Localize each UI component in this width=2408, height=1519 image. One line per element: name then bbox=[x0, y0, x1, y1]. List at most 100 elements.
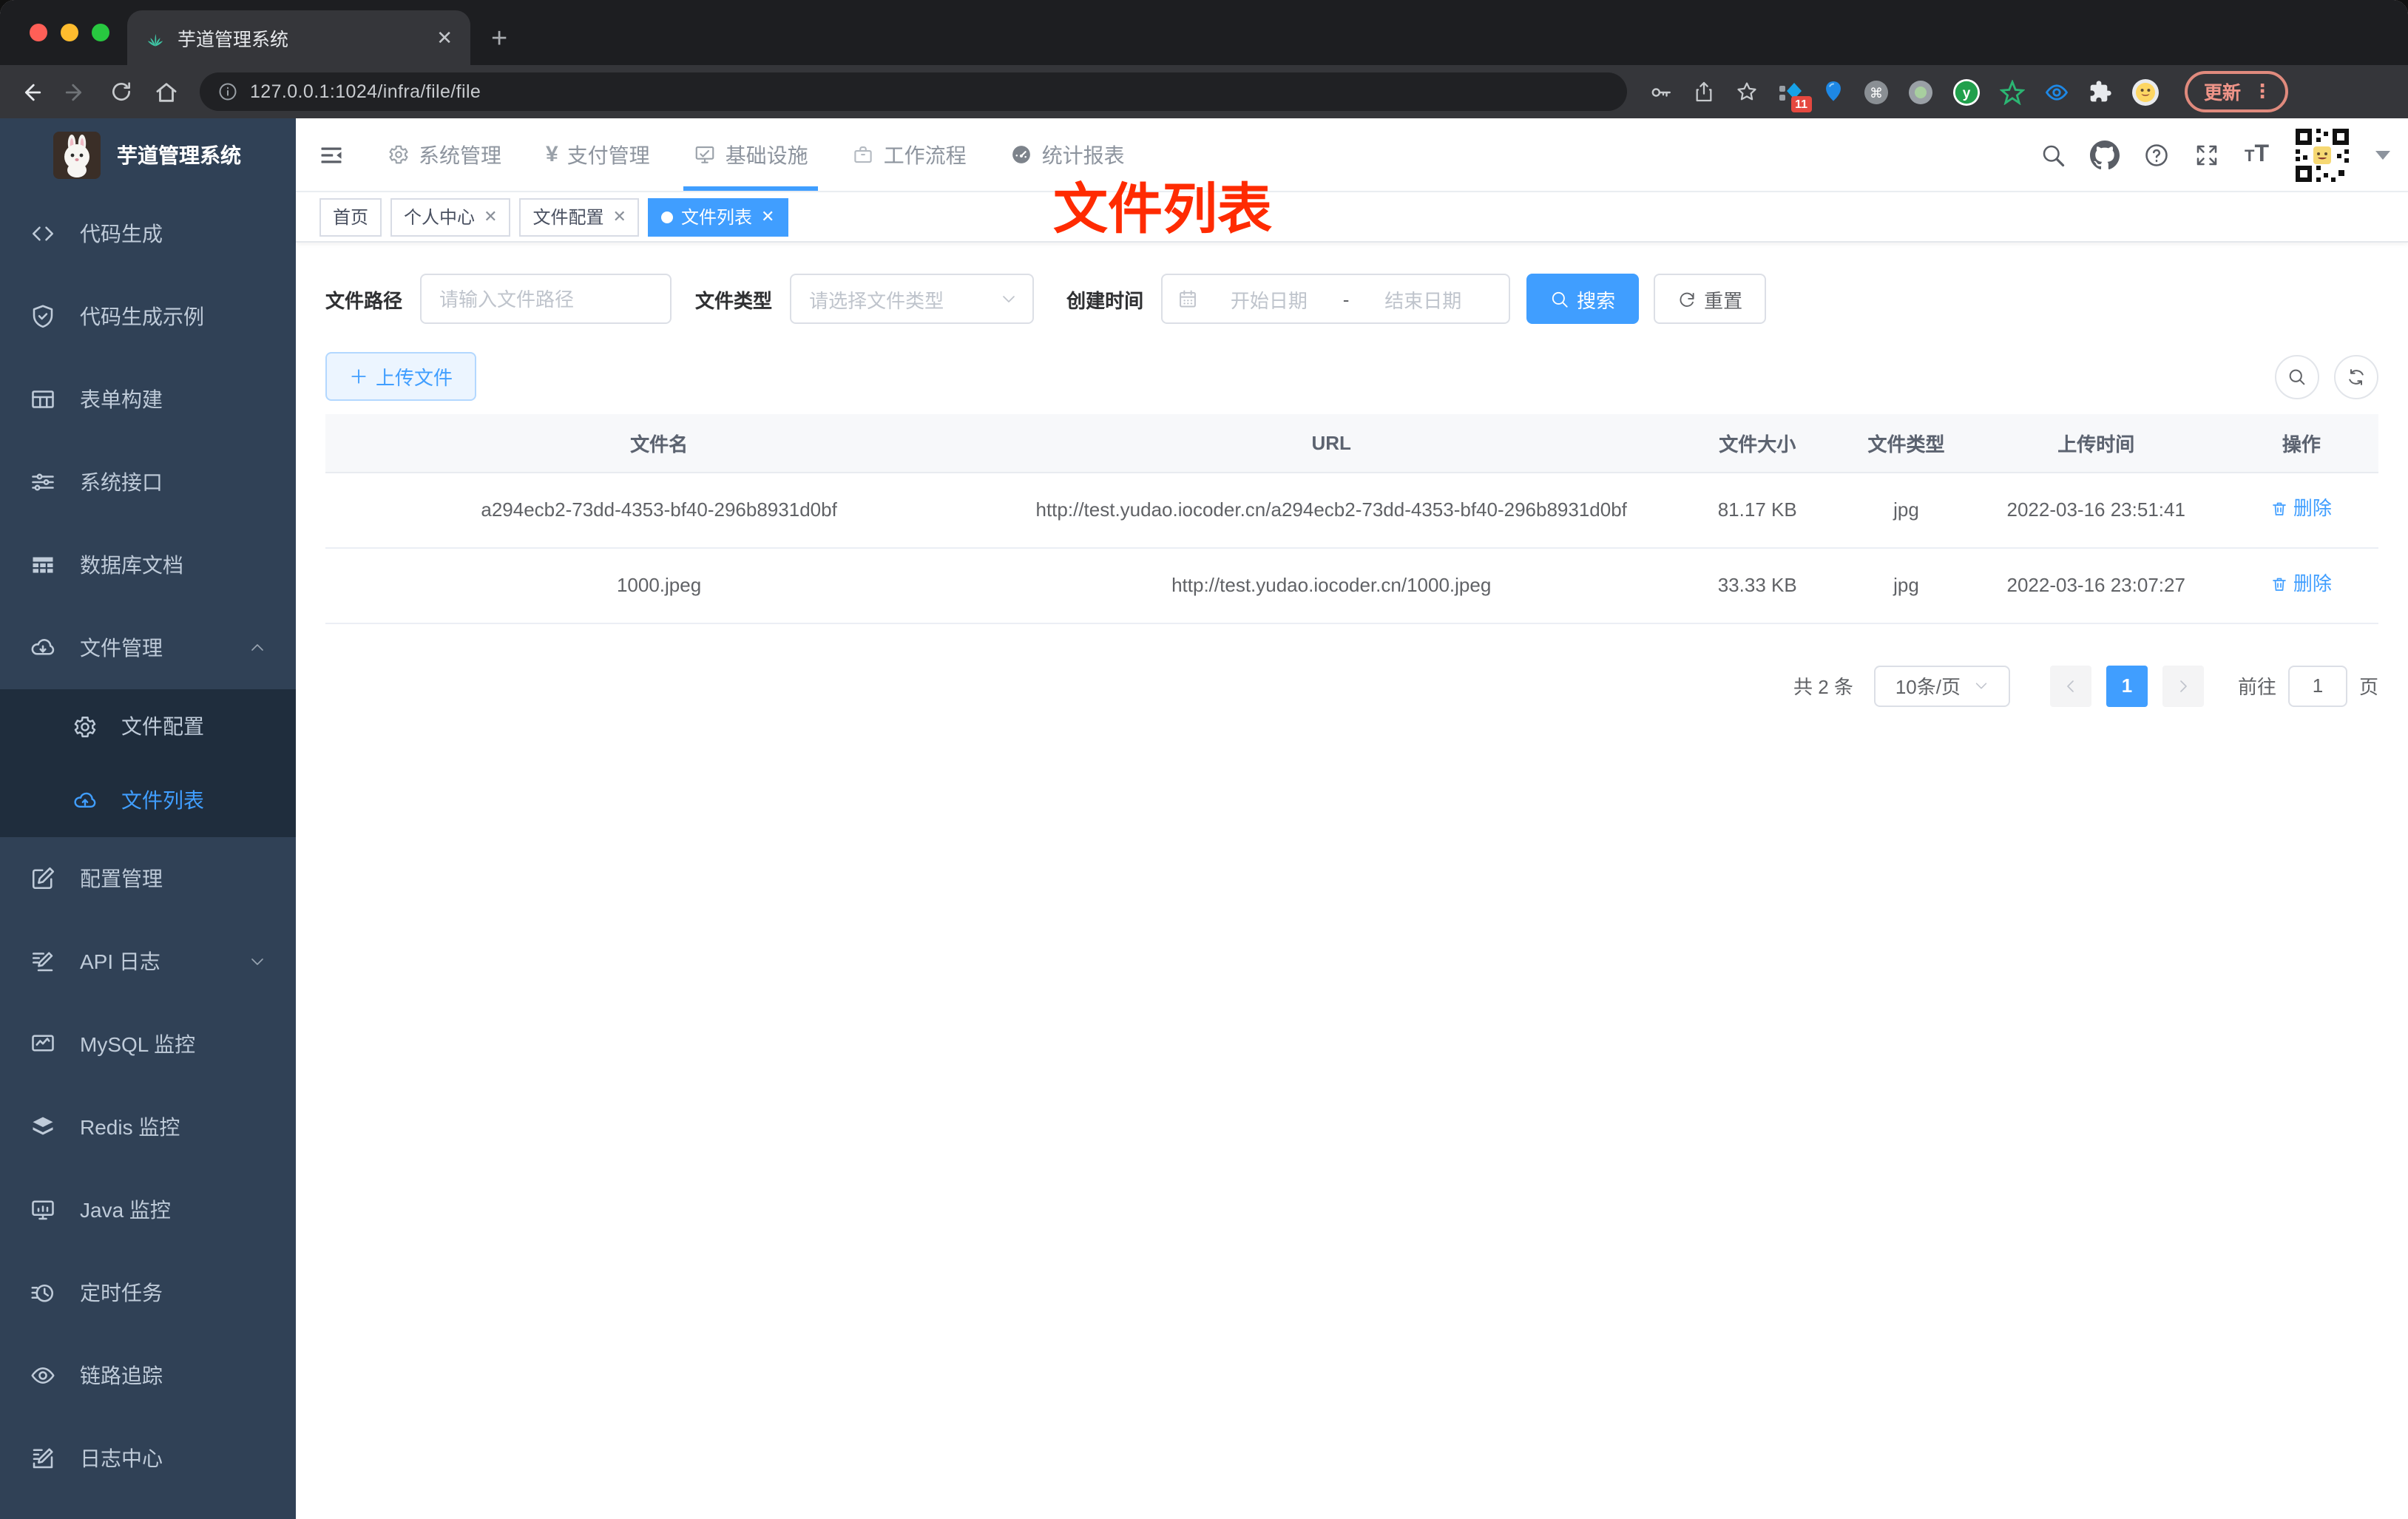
page-size-select[interactable]: 10条/页 bbox=[1873, 665, 2010, 707]
file-type-select[interactable]: 请选择文件类型 bbox=[790, 274, 1035, 324]
ext-command-icon[interactable]: ⌘ bbox=[1864, 79, 1889, 104]
screen: 芋道管理系统 ✕ + 127.0.0.1:1024/infra/file/fil… bbox=[0, 0, 2408, 1519]
chevron-down-icon bbox=[248, 953, 266, 970]
table-toolbar: 上传文件 bbox=[325, 352, 2378, 401]
home-icon[interactable] bbox=[154, 79, 179, 104]
red-annotation-label: 文件列表 bbox=[1053, 179, 1272, 240]
form-grid-icon bbox=[30, 386, 56, 413]
file-path-input[interactable] bbox=[420, 274, 672, 324]
app-logo[interactable]: 芋道管理系统 bbox=[0, 118, 296, 192]
topnav-payment-management[interactable]: ¥ 支付管理 bbox=[524, 118, 672, 191]
ext-green-star-icon[interactable] bbox=[2000, 79, 2025, 104]
sidebar-item-log-center[interactable]: 日志中心 bbox=[0, 1417, 296, 1500]
back-icon[interactable] bbox=[18, 79, 43, 104]
help-icon[interactable] bbox=[2144, 141, 2171, 168]
sidebar-item-java-monitor[interactable]: Java 监控 bbox=[0, 1168, 296, 1251]
sidebar-item-api-log[interactable]: API 日志 bbox=[0, 920, 296, 1003]
cell-file-name: 1000.jpeg bbox=[325, 547, 993, 624]
page-unit-label: 页 bbox=[2358, 676, 2378, 699]
password-key-icon[interactable] bbox=[1648, 79, 1673, 104]
extension-badge: 11 bbox=[1790, 95, 1812, 112]
chrome-update-button[interactable]: 更新 ⋮ bbox=[2185, 71, 2289, 112]
delete-button[interactable]: 删除 bbox=[2271, 492, 2332, 524]
topnav-system-management[interactable]: 系统管理 bbox=[365, 118, 524, 191]
delete-button[interactable]: 删除 bbox=[2271, 567, 2332, 600]
gear-icon bbox=[71, 714, 98, 739]
sidebar: 芋道管理系统 代码生成 代码生成示例 表单构建 系统接口 数据库文档 文件管理 … bbox=[0, 118, 296, 1519]
profile-avatar-icon[interactable] bbox=[2131, 78, 2160, 106]
sidebar-item-scheduled-tasks[interactable]: 定时任务 bbox=[0, 1251, 296, 1334]
layers-icon bbox=[30, 1114, 56, 1140]
fullscreen-icon[interactable] bbox=[2194, 141, 2221, 168]
minimize-window-button[interactable] bbox=[61, 24, 78, 41]
browser-tab[interactable]: 芋道管理系统 ✕ bbox=[127, 10, 470, 65]
cell-upload-time: 2022-03-16 23:51:41 bbox=[1967, 472, 2225, 549]
top-menu: 系统管理 ¥ 支付管理 基础设施 工作流程 统计报表 bbox=[365, 118, 1147, 191]
zoom-window-button[interactable] bbox=[92, 24, 109, 41]
new-tab-button[interactable]: + bbox=[491, 24, 507, 56]
tag-file-config[interactable]: 文件配置 ✕ bbox=[519, 197, 640, 236]
ext-green-y-icon[interactable]: y bbox=[1952, 78, 1981, 106]
tag-home[interactable]: 首页 bbox=[319, 197, 382, 236]
close-icon[interactable]: ✕ bbox=[761, 207, 774, 226]
cell-upload-time: 2022-03-16 23:07:27 bbox=[1967, 547, 2225, 624]
topnav-infrastructure[interactable]: 基础设施 bbox=[672, 118, 831, 191]
extensions-puzzle-icon[interactable] bbox=[2089, 80, 2112, 104]
sidebar-item-code-demo[interactable]: 代码生成示例 bbox=[0, 275, 296, 358]
active-tag-dot bbox=[661, 211, 674, 223]
next-page-button[interactable] bbox=[2162, 665, 2204, 707]
sidebar-item-config-management[interactable]: 配置管理 bbox=[0, 837, 296, 920]
sidebar-item-file-management[interactable]: 文件管理 bbox=[0, 606, 296, 689]
sidebar-item-system-api[interactable]: 系统接口 bbox=[0, 441, 296, 524]
sidebar-item-tracing[interactable]: 链路追踪 bbox=[0, 1334, 296, 1417]
topnav-workflow[interactable]: 工作流程 bbox=[831, 118, 989, 191]
briefcase-icon bbox=[853, 143, 875, 166]
hamburger-icon[interactable] bbox=[318, 141, 345, 168]
cloud-download-icon bbox=[30, 635, 56, 661]
toggle-search-button[interactable] bbox=[2275, 354, 2319, 399]
pagination: 共 2 条 10条/页 1 前往 页 bbox=[325, 665, 2378, 707]
prev-page-button[interactable] bbox=[2049, 665, 2091, 707]
close-icon[interactable]: ✕ bbox=[484, 207, 497, 226]
avatar[interactable] bbox=[2293, 125, 2352, 184]
tab-close-icon[interactable]: ✕ bbox=[436, 26, 453, 50]
font-size-icon[interactable]: TT bbox=[2245, 141, 2269, 168]
sidebar-item-redis-monitor[interactable]: Redis 监控 bbox=[0, 1086, 296, 1168]
search-button[interactable]: 搜索 bbox=[1526, 274, 1640, 324]
sidebar-item-file-config[interactable]: 文件配置 bbox=[0, 689, 296, 763]
site-info-icon[interactable] bbox=[217, 81, 238, 102]
search-icon[interactable] bbox=[2040, 141, 2067, 168]
browser-menu-icon[interactable]: ⋮ bbox=[2253, 79, 2272, 103]
share-icon[interactable] bbox=[1692, 80, 1716, 104]
reset-button[interactable]: 重置 bbox=[1654, 274, 1767, 324]
reload-icon[interactable] bbox=[109, 80, 133, 104]
app-title: 芋道管理系统 bbox=[117, 143, 241, 167]
file-table: 文件名 URL 文件大小 文件类型 上传时间 操作 a294ecb2-73dd-… bbox=[325, 414, 2378, 624]
ext-eye-icon[interactable] bbox=[2044, 79, 2069, 104]
refresh-button[interactable] bbox=[2334, 354, 2378, 399]
bookmark-star-icon[interactable] bbox=[1735, 80, 1759, 104]
date-range-picker[interactable]: 开始日期 - 结束日期 bbox=[1161, 274, 1511, 324]
ext-balloon-icon[interactable] bbox=[1822, 80, 1844, 104]
cell-file-size: 33.33 KB bbox=[1670, 547, 1845, 624]
window-controls[interactable] bbox=[30, 24, 109, 41]
ext-blue-diamond-icon[interactable]: 11 bbox=[1778, 79, 1812, 112]
goto-page-input[interactable] bbox=[2287, 665, 2347, 707]
tag-file-list[interactable]: 文件列表 ✕ bbox=[648, 197, 788, 236]
url-bar[interactable]: 127.0.0.1:1024/infra/file/file bbox=[200, 72, 1627, 111]
browser-chrome: 芋道管理系统 ✕ + 127.0.0.1:1024/infra/file/fil… bbox=[0, 0, 2408, 118]
forward-icon[interactable] bbox=[64, 79, 89, 104]
close-window-button[interactable] bbox=[30, 24, 47, 41]
upload-file-button[interactable]: 上传文件 bbox=[325, 352, 477, 401]
ext-gray-circle-icon[interactable] bbox=[1908, 79, 1933, 104]
sidebar-item-code-generation[interactable]: 代码生成 bbox=[0, 192, 296, 275]
avatar-caret-icon[interactable] bbox=[2375, 150, 2390, 159]
sidebar-item-mysql-monitor[interactable]: MySQL 监控 bbox=[0, 1003, 296, 1086]
page-number-button[interactable]: 1 bbox=[2106, 665, 2148, 707]
github-icon[interactable] bbox=[2090, 140, 2120, 169]
tag-profile[interactable]: 个人中心 ✕ bbox=[390, 197, 511, 236]
sidebar-item-form-builder[interactable]: 表单构建 bbox=[0, 358, 296, 441]
sidebar-item-db-doc[interactable]: 数据库文档 bbox=[0, 524, 296, 606]
sidebar-item-file-list[interactable]: 文件列表 bbox=[0, 763, 296, 837]
close-icon[interactable]: ✕ bbox=[613, 207, 626, 226]
